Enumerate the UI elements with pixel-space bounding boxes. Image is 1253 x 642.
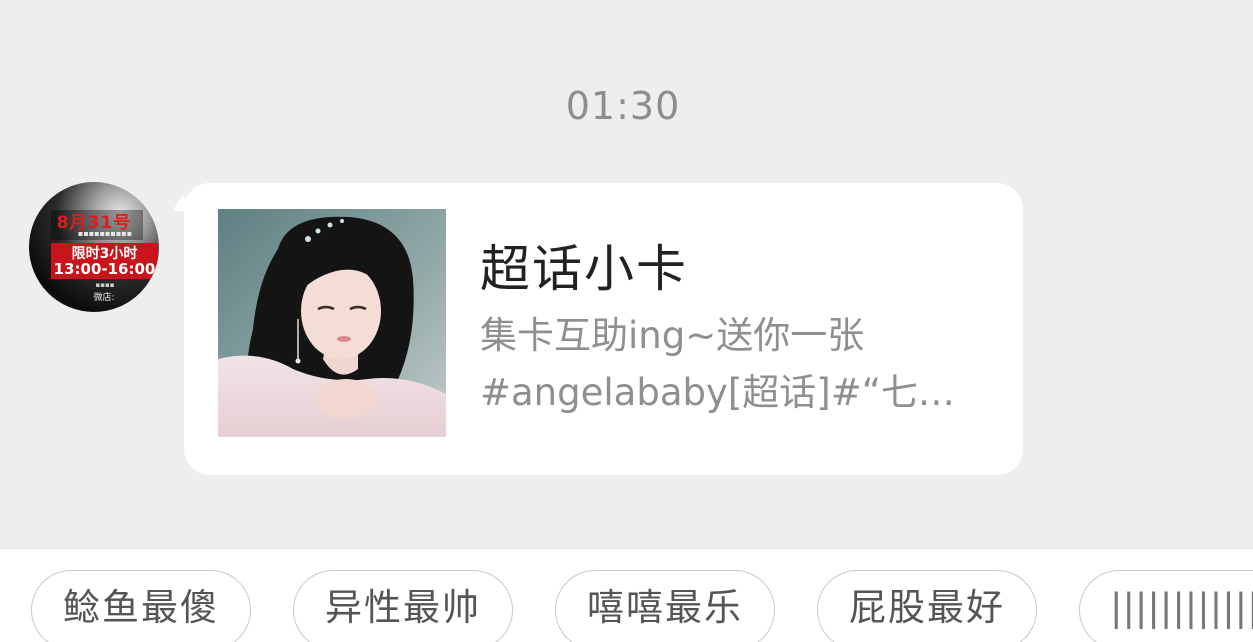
card-portrait-image[interactable] <box>218 209 446 437</box>
avatar-poster-small-text: ▪▪▪▪ <box>95 281 115 289</box>
quick-reply-chip[interactable]: 屁股最好 <box>817 570 1037 642</box>
quick-reply-chip[interactable]: 嘻嘻最乐 <box>555 570 775 642</box>
quick-reply-chip[interactable]: 异性最帅 <box>293 570 513 642</box>
message-card-bubble[interactable]: 超话小卡 集卡互助ing~送你一张 #angelababy[超话]#“七… <box>184 183 1023 475</box>
quick-reply-chip[interactable]: 鲶鱼最傻 <box>31 570 251 642</box>
sender-avatar[interactable]: 8月31号 ▪▪▪▪▪▪▪▪▪▪ 限时3小时 13:00-16:00 ▪▪▪▪ … <box>29 182 159 312</box>
card-title: 超话小卡 <box>480 240 688 298</box>
avatar-poster-subtext: ▪▪▪▪▪▪▪▪▪▪ <box>77 229 133 238</box>
portrait-illustration-icon <box>218 209 446 437</box>
message-timestamp: 01:30 <box>565 84 681 128</box>
avatar-poster-time: 13:00-16:00 <box>53 260 156 278</box>
avatar-poster-shop: 微店: <box>93 293 115 303</box>
quick-reply-bar: 鲶鱼最傻 异性最帅 嘻嘻最乐 屁股最好 |||||||||||||||| <box>0 548 1253 642</box>
chat-area: 01:30 8月31号 ▪▪▪▪▪▪▪▪▪▪ 限时3小时 13:00-16:00… <box>0 0 1253 548</box>
quick-reply-chip[interactable]: |||||||||||||||| <box>1079 570 1253 642</box>
card-description-line-2: #angelababy[超话]#“七… <box>480 371 955 414</box>
card-description-line-1: 集卡互助ing~送你一张 <box>480 314 865 357</box>
card-description: 集卡互助ing~送你一张 #angelababy[超话]#“七… <box>480 307 990 421</box>
